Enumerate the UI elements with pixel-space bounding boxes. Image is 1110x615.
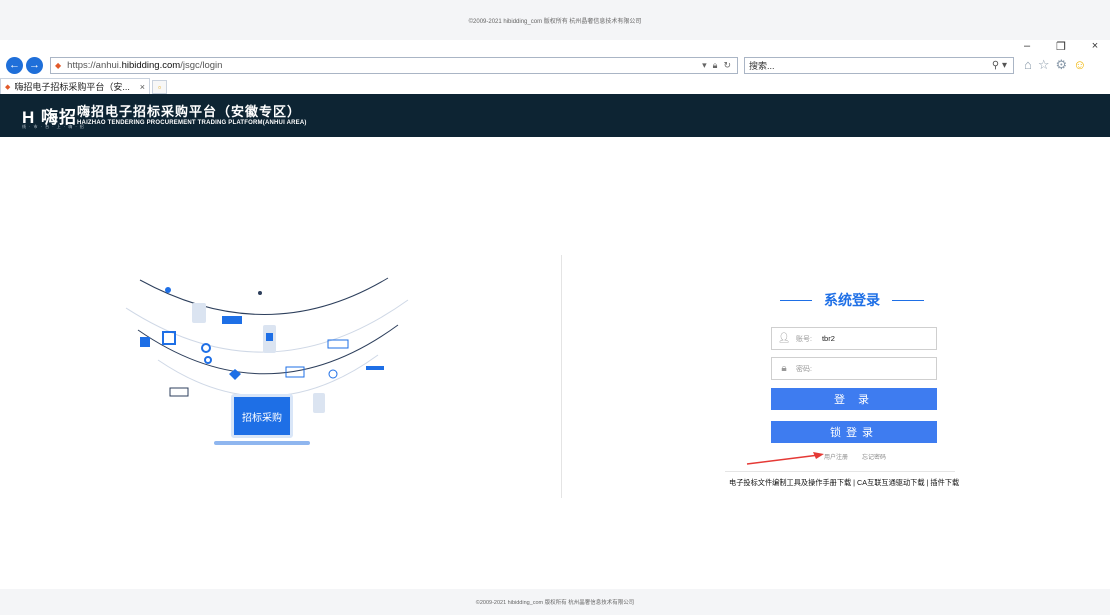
browser-tab[interactable]: ◆ 嗨招电子招标采购平台（安... × bbox=[0, 78, 150, 94]
laptop-base bbox=[214, 441, 310, 445]
lock-login-button[interactable]: 锁登录 bbox=[771, 421, 937, 443]
title-line-right bbox=[892, 299, 924, 301]
account-field[interactable]: 👤︎ 账号: tbr2 bbox=[771, 327, 937, 350]
tab-close-icon[interactable]: × bbox=[140, 82, 149, 92]
lock-icon: 🔒︎ bbox=[712, 59, 718, 70]
lock-icon: 🔒︎ bbox=[781, 363, 787, 374]
title-line-left bbox=[780, 299, 812, 301]
site-favicon-icon: ◆ bbox=[55, 60, 62, 70]
url-prefix: https://anhui. bbox=[67, 59, 122, 71]
tab-favicon-icon: ◆ bbox=[5, 83, 11, 91]
login-title: 系统登录 bbox=[780, 290, 924, 310]
laptop-illustration: 招标采购 bbox=[231, 394, 293, 438]
tab-title: 嗨招电子招标采购平台（安... bbox=[14, 82, 130, 92]
search-icon[interactable]: ⚲ ▾ bbox=[992, 60, 1013, 71]
login-title-text: 系统登录 bbox=[824, 292, 880, 308]
url-domain: hibidding.com bbox=[121, 59, 181, 71]
top-copyright-bar: ©2009-2021 hibidding_com 版权所有 杭州晶奢信息技术有限… bbox=[0, 0, 1110, 40]
toolbar-icons: ⌂ ☆ ⚙ ☺ bbox=[1024, 57, 1086, 73]
home-icon[interactable]: ⌂ bbox=[1024, 57, 1032, 73]
register-link[interactable]: 用户注册 bbox=[824, 452, 848, 461]
refresh-icon[interactable]: ↻ bbox=[723, 60, 731, 71]
tab-row: ◆ 嗨招电子招标采购平台（安... × ▫ bbox=[0, 77, 167, 94]
url-path: /jsgc/login bbox=[180, 59, 223, 71]
feedback-smile-icon[interactable]: ☺ bbox=[1073, 57, 1086, 73]
minimize-icon[interactable]: – bbox=[1020, 40, 1034, 53]
close-icon[interactable]: × bbox=[1088, 40, 1102, 53]
logo-tagline: 线 · 市 · 台 · 上 · 嗨 · 招 bbox=[22, 124, 85, 129]
search-box[interactable]: 搜索... ⚲ ▾ bbox=[744, 56, 1014, 74]
site-header: H 嗨招 线 · 市 · 台 · 上 · 嗨 · 招 嗨招电子招标采购平台（安徽… bbox=[0, 94, 1110, 137]
account-label: 账号: bbox=[796, 335, 812, 343]
footer-bar: ©2009-2021 hibidding_com 版权所有 杭州晶奢信息技术有限… bbox=[0, 589, 1110, 615]
dropdown-icon[interactable]: ▾ bbox=[702, 60, 707, 71]
account-value: tbr2 bbox=[821, 334, 835, 343]
window-controls: – ❐ × bbox=[1020, 40, 1102, 53]
search-placeholder: 搜索... bbox=[749, 60, 775, 71]
navigation-row: ← → ◆ https://anhui. hibidding.com/jsgc/l… bbox=[6, 55, 1110, 75]
favorites-star-icon[interactable]: ☆ bbox=[1038, 57, 1050, 73]
vertical-divider bbox=[561, 255, 562, 498]
password-label: 密码: bbox=[796, 365, 812, 373]
settings-gear-icon[interactable]: ⚙ bbox=[1056, 57, 1068, 73]
forward-icon[interactable]: → bbox=[26, 56, 43, 74]
footer-copyright: ©2009-2021 hibidding_com 版权所有 杭州晶奢信息技术有限… bbox=[475, 600, 635, 606]
login-button[interactable]: 登 录 bbox=[771, 388, 937, 410]
address-bar[interactable]: ◆ https://anhui. hibidding.com/jsgc/login… bbox=[50, 56, 738, 74]
new-tab-icon[interactable]: ▫ bbox=[152, 80, 167, 94]
forgot-password-link[interactable]: 忘记密码 bbox=[862, 452, 886, 461]
login-links: 用户注册 忘记密码 bbox=[824, 452, 886, 461]
copyright-text: ©2009-2021 hibidding_com 版权所有 杭州晶奢信息技术有限… bbox=[468, 18, 642, 25]
red-arrow-annotation bbox=[746, 452, 824, 465]
platform-title-en: HAIZHAO TENDERING PROCUREMENT TRADING PL… bbox=[77, 120, 307, 126]
back-icon[interactable]: ← bbox=[6, 56, 23, 74]
restore-icon[interactable]: ❐ bbox=[1054, 40, 1068, 53]
user-icon: 👤︎ bbox=[777, 333, 791, 344]
browser-chrome: – ❐ × ← → ◆ https://anhui. hibidding.com /… bbox=[0, 40, 1110, 94]
platform-title: 嗨招电子招标采购平台（安徽专区） bbox=[77, 104, 302, 119]
separator bbox=[725, 471, 955, 472]
download-links[interactable]: 电子投标文件编制工具及操作手册下载 | CA互联互通驱动下载 | 插件下载 bbox=[729, 478, 959, 488]
password-field[interactable]: 🔒︎ 密码: bbox=[771, 357, 937, 380]
